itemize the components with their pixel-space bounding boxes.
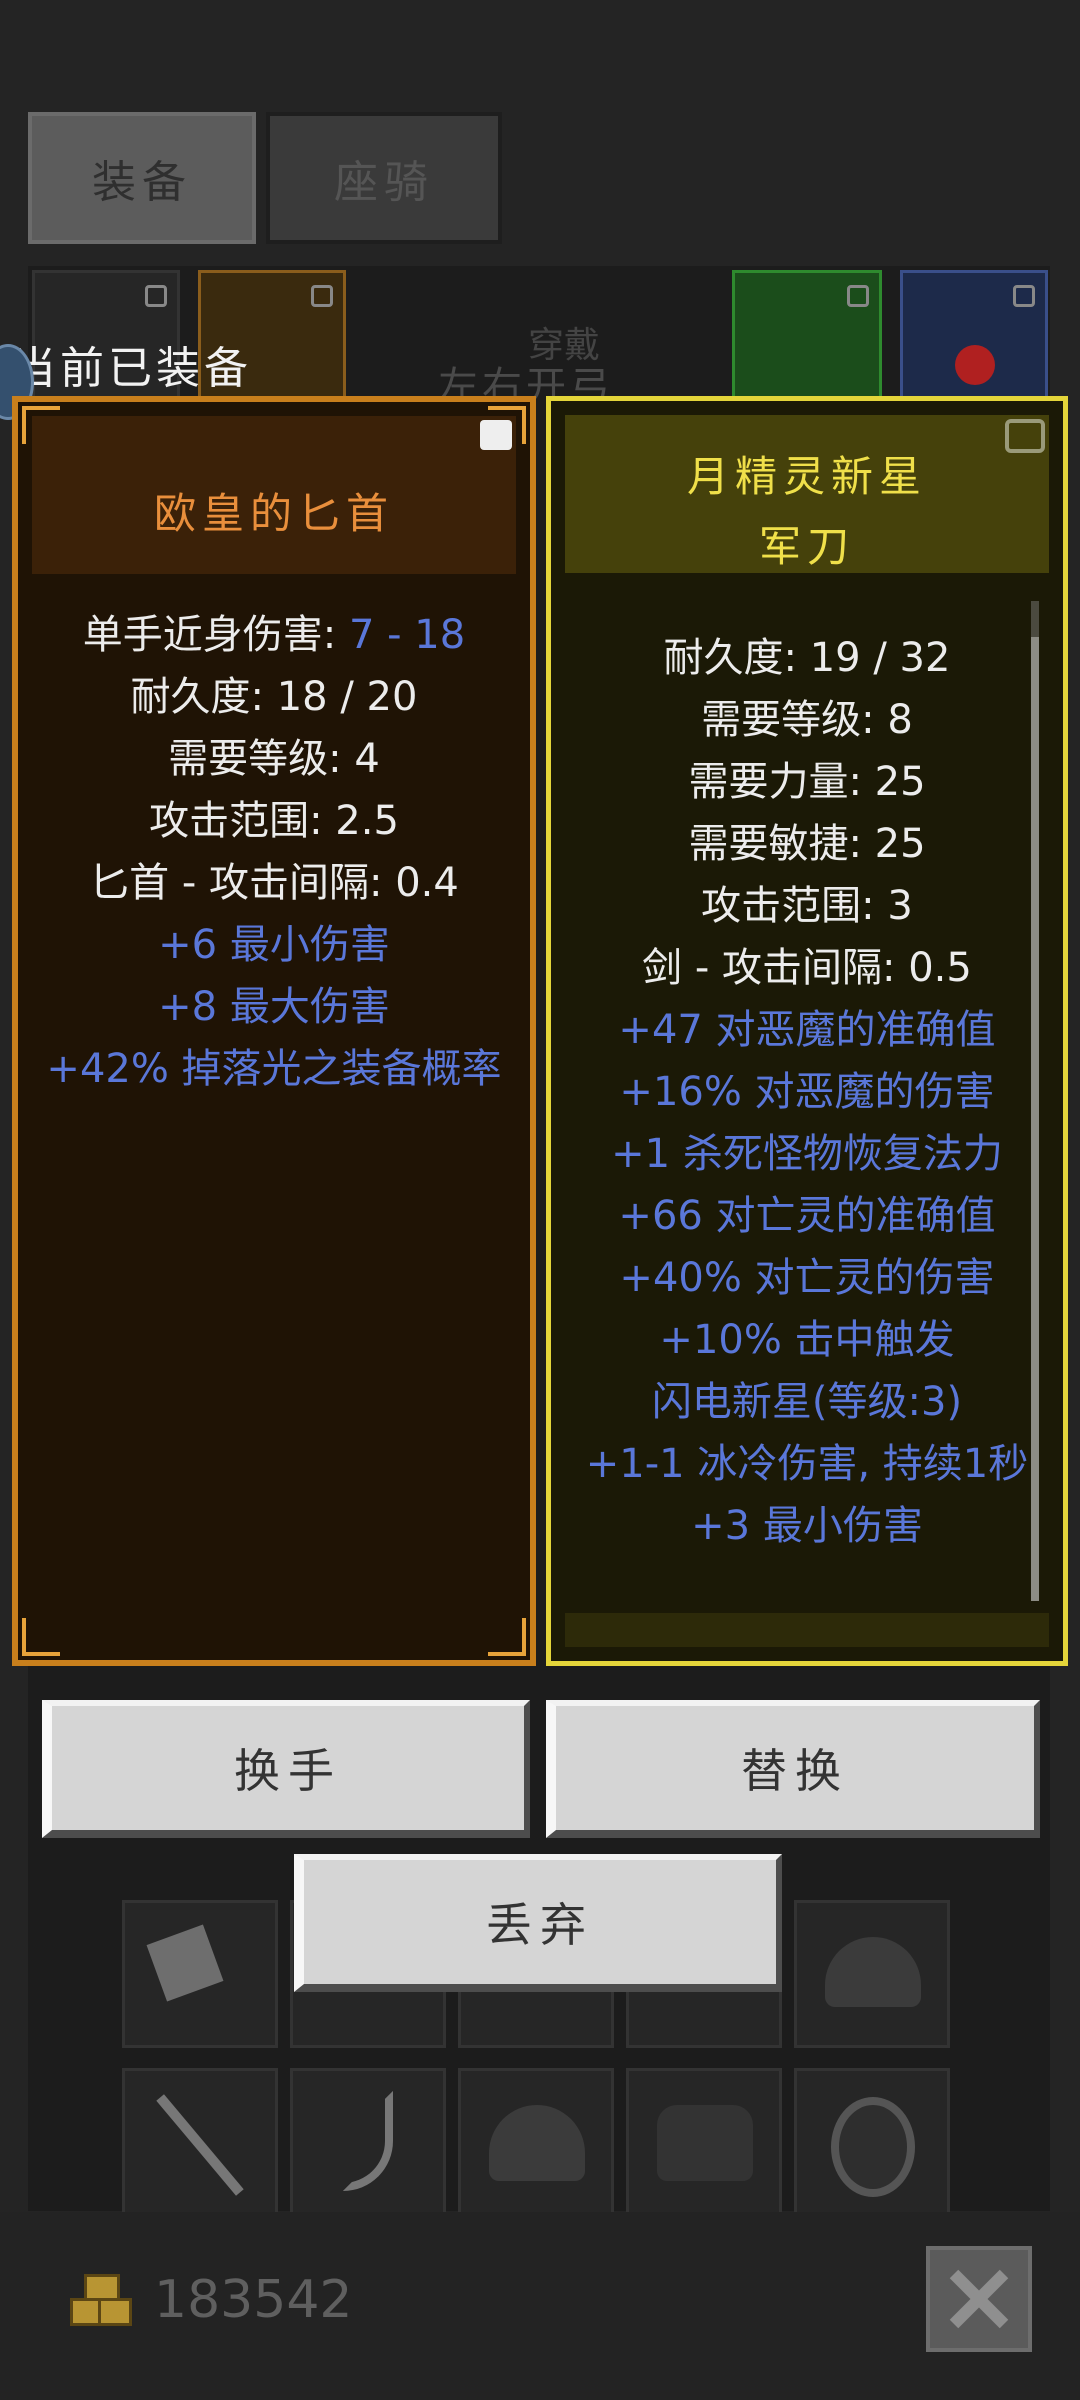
- inventory-slot[interactable]: [458, 2068, 614, 2216]
- axe-icon: [146, 1924, 224, 2002]
- corner-ornament: [488, 1618, 526, 1656]
- amulet-gem-icon: [955, 345, 995, 385]
- lock-icon: [311, 285, 333, 307]
- amulet-slot[interactable]: [900, 270, 1048, 400]
- spear-icon: [156, 2094, 244, 2196]
- lock-icon: [1013, 285, 1035, 307]
- attack-range: 攻击范围: 2.5: [149, 798, 399, 844]
- discard-button[interactable]: 丢弃: [294, 1854, 782, 1992]
- inventory-slot[interactable]: [794, 1900, 950, 2048]
- bonus-stat: +47 对恶魔的准确值: [618, 1007, 996, 1053]
- inventory-slot[interactable]: [794, 2068, 950, 2216]
- tab-mount[interactable]: 座骑: [266, 112, 502, 244]
- inventory-slot[interactable]: [122, 1900, 278, 2048]
- shield-icon: [831, 2097, 915, 2197]
- bonus-stat: +10% 击中触发: [659, 1317, 955, 1363]
- compared-item-card: 月精灵新星 军刀 耐久度: 19 / 32 需要等级: 8 需要力量: 25 需…: [546, 396, 1068, 1666]
- bonus-stat: +8 最大伤害: [158, 984, 390, 1030]
- bonus-stat: +66 对亡灵的准确值: [618, 1193, 996, 1239]
- bonus-stat: +42% 掉落光之装备概率: [46, 1046, 502, 1092]
- corner-ornament: [22, 1618, 60, 1656]
- swap-hand-button[interactable]: 换手: [42, 1700, 530, 1838]
- lock-icon[interactable]: [480, 420, 512, 450]
- damage-stat: 单手近身伤害: 7 - 18: [82, 612, 466, 658]
- bonus-stat: +16% 对恶魔的伤害: [619, 1069, 995, 1115]
- bonus-stat: 闪电新星(等级:3): [651, 1379, 963, 1425]
- close-button[interactable]: [926, 2246, 1032, 2352]
- corner-ornament: [22, 406, 60, 444]
- strength-requirement: 需要力量: 25: [688, 759, 926, 805]
- inventory-slot[interactable]: [290, 2068, 446, 2216]
- dexterity-requirement: 需要敏捷: 25: [688, 821, 926, 867]
- lock-icon: [145, 285, 167, 307]
- horned-helmet-icon: [657, 2105, 753, 2181]
- bonus-stat: +6 最小伤害: [158, 922, 390, 968]
- item-title-line2: 军刀: [758, 522, 855, 571]
- gold-coins-icon: [70, 2274, 132, 2328]
- bonus-stat: +40% 对亡灵的伤害: [619, 1255, 995, 1301]
- durability-stat: 耐久度: 18 / 20: [130, 674, 418, 720]
- equipped-label: 当前已装备: [12, 343, 252, 394]
- replace-button[interactable]: 替换: [546, 1700, 1040, 1838]
- tab-equipment[interactable]: 装备: [28, 112, 256, 244]
- lock-icon: [847, 285, 869, 307]
- bonus-stat: +3 最小伤害: [691, 1503, 923, 1549]
- durability-stat: 耐久度: 19 / 32: [663, 635, 951, 681]
- weapon-slot[interactable]: [732, 270, 882, 400]
- equipped-item-card: 欧皇的匕首 单手近身伤害: 7 - 18 耐久度: 18 / 20 需要等级: …: [12, 396, 536, 1666]
- gold-amount: 183542: [154, 2270, 353, 2330]
- scimitar-icon: [343, 2091, 393, 2191]
- helmet-icon: [825, 1937, 921, 2007]
- attack-interval: 匕首 - 攻击间隔: 0.4: [89, 860, 459, 906]
- level-requirement: 需要等级: 8: [701, 697, 913, 743]
- bonus-stat: +1-1 冰冷伤害, 持续1秒: [585, 1441, 1029, 1487]
- helmet-icon: [489, 2105, 585, 2181]
- item-title: 欧皇的匕首: [153, 489, 394, 538]
- bonus-stat: +1 杀死怪物恢复法力: [611, 1131, 1003, 1177]
- close-icon: [949, 2269, 1009, 2329]
- inventory-slot[interactable]: [626, 2068, 782, 2216]
- level-requirement: 需要等级: 4: [168, 736, 380, 782]
- item-title-line1: 月精灵新星: [686, 452, 927, 501]
- footer-band: [565, 1613, 1049, 1647]
- attack-range: 攻击范围: 3: [701, 883, 913, 929]
- inventory-slot[interactable]: [122, 2068, 278, 2216]
- attack-interval: 剑 - 攻击间隔: 0.5: [642, 945, 972, 991]
